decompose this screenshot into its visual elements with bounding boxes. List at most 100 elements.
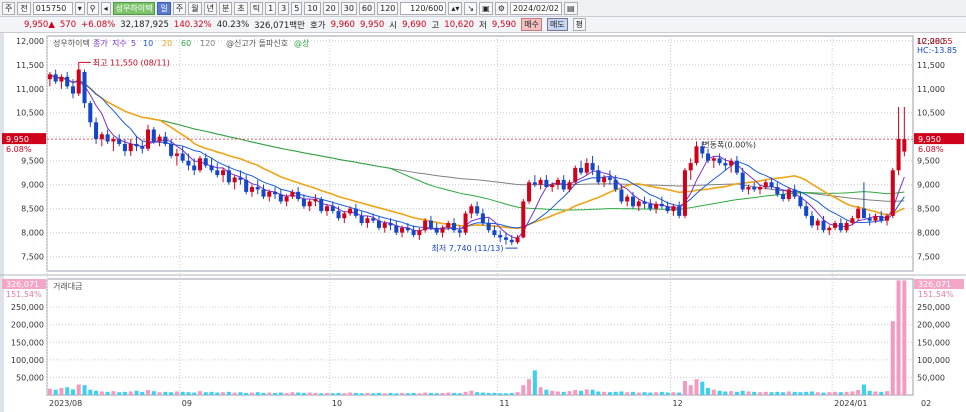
search-icon[interactable]: ⚲: [86, 1, 99, 15]
volume-bar: [688, 385, 693, 395]
current-price-label-right: 9,950: [918, 135, 941, 144]
candle-body: [180, 153, 185, 161]
volume-bar: [711, 389, 716, 395]
volume-bar: [596, 391, 601, 395]
tb-item-1[interactable]: 전: [17, 1, 31, 15]
volume-bar: [682, 380, 687, 395]
interval-60[interactable]: 60: [358, 1, 376, 15]
gear-icon[interactable]: ⚙: [494, 1, 508, 15]
dropdown-icon[interactable]: ▾: [74, 1, 85, 15]
candle-body: [538, 179, 543, 185]
candle-body: [734, 160, 739, 173]
candle-body: [757, 187, 763, 190]
candle-body: [440, 227, 445, 233]
period-count-input[interactable]: 120/600: [400, 1, 447, 15]
candle-body: [290, 191, 295, 197]
candle-body: [434, 227, 439, 233]
interval-20[interactable]: 20: [322, 1, 339, 15]
tab-month[interactable]: 월: [188, 1, 202, 15]
tab-day[interactable]: 일: [157, 1, 171, 15]
volume-bar: [809, 391, 814, 395]
x-axis-label: 12: [673, 399, 683, 408]
volume-bar: [400, 392, 405, 395]
tab-minute[interactable]: 분: [218, 1, 233, 15]
interval-3[interactable]: 3: [278, 1, 290, 15]
candle-body: [671, 206, 676, 212]
tb-item-0[interactable]: 주: [2, 1, 16, 15]
volume-bar: [879, 391, 884, 395]
legend-entry: 성우하이텍: [53, 38, 90, 48]
stock-code-input[interactable]: 015750: [32, 1, 73, 15]
volume-bar: [602, 391, 607, 395]
volume-bar: [348, 392, 353, 395]
volume-bar: [532, 370, 537, 395]
x-axis-label: 2024/01: [834, 399, 867, 408]
avg-button[interactable]: 평: [572, 18, 587, 31]
stock-chart[interactable]: 12,000 12,00011,500 11,50011,000 11,00010,5…: [0, 33, 966, 412]
volume-bar: [677, 392, 682, 395]
candle-body: [417, 230, 422, 236]
speaker-icon[interactable]: ◂: [100, 1, 111, 15]
candle-body: [896, 139, 901, 171]
candle-body: [844, 223, 849, 231]
candle-body: [527, 182, 532, 202]
date-input[interactable]: 2024/02/02: [509, 1, 562, 15]
candle-body: [186, 160, 191, 166]
volume-bar: [717, 390, 722, 395]
candle-body: [769, 182, 774, 188]
candle-body: [792, 189, 797, 197]
tab-tick[interactable]: 틱: [249, 1, 264, 15]
volume-bar: [221, 392, 226, 395]
interval-30[interactable]: 30: [340, 1, 357, 15]
volume-bar: [180, 391, 185, 395]
draw-icon[interactable]: ↘: [464, 1, 478, 15]
candle-body: [619, 189, 624, 202]
candle-body: [82, 71, 87, 104]
candle-body: [746, 187, 751, 190]
calendar-icon[interactable]: ▤: [563, 1, 578, 15]
interval-5[interactable]: 5: [291, 1, 303, 15]
volume-bar: [659, 391, 664, 395]
candle-body: [642, 201, 647, 204]
tab-second[interactable]: 초: [234, 1, 248, 15]
save-icon[interactable]: ▣: [479, 1, 493, 15]
volume-top-label-left: 326,071: [6, 280, 39, 289]
volume-bar: [642, 392, 647, 395]
volume-bar: [307, 392, 312, 395]
candle-body: [151, 129, 156, 142]
stock-name-field[interactable]: 성우하이텍: [112, 1, 156, 15]
candle-body: [353, 208, 358, 216]
legend-entry: 5: [131, 39, 136, 48]
volume-bar: [706, 387, 711, 395]
candle-body: [394, 225, 399, 233]
volume-bar: [648, 392, 653, 395]
volume-bar: [469, 390, 474, 395]
candle-body: [400, 227, 405, 233]
candle-body: [544, 179, 549, 188]
tab-year[interactable]: 년: [203, 1, 217, 15]
volume-top-rate-left: 151.54%: [6, 290, 42, 299]
volume-bar: [353, 392, 358, 395]
price-y-tick-right: 10,500: [917, 109, 945, 118]
candle-body: [833, 223, 838, 228]
volume-y-tick-left: 100,000: [11, 356, 44, 365]
chart-type-icon[interactable]: ▴▾: [448, 1, 463, 15]
volume-bar: [238, 392, 243, 395]
candle-body: [890, 170, 895, 216]
volume-bar: [740, 390, 745, 395]
volume-bar: [873, 391, 878, 395]
interval-120[interactable]: 120: [377, 1, 399, 15]
volume-bar: [428, 392, 433, 395]
legend-entry: 60: [181, 39, 191, 48]
candle-body: [706, 153, 711, 161]
candle-body: [694, 146, 699, 164]
buy-button[interactable]: 매수: [521, 18, 542, 31]
candle-body: [226, 170, 231, 183]
sell-button[interactable]: 매도: [546, 18, 568, 31]
volume-bar: [527, 379, 532, 395]
interval-1[interactable]: 1: [265, 1, 277, 15]
tab-week[interactable]: 주: [172, 1, 187, 15]
candle-body: [296, 191, 301, 200]
interval-10[interactable]: 10: [304, 1, 321, 15]
candle-body: [457, 230, 462, 233]
